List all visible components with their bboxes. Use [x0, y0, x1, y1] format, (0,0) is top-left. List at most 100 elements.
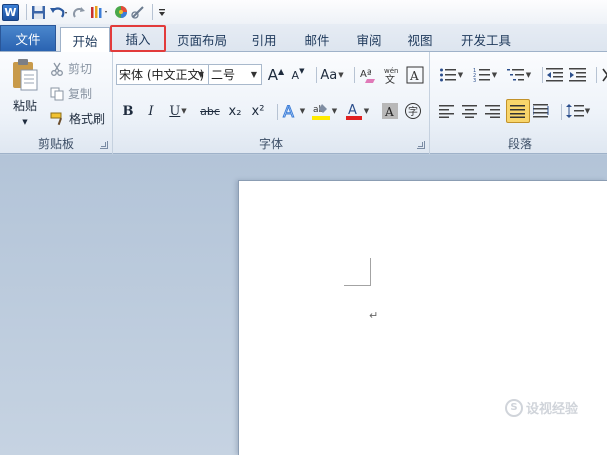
color-icon[interactable]	[114, 3, 128, 21]
paragraph-group-label: 段落	[507, 137, 532, 151]
shrink-font-label: A	[291, 68, 300, 82]
character-border-button[interactable]: A	[404, 64, 426, 86]
word-logo-icon[interactable]: W	[2, 3, 19, 21]
font-size-combo[interactable]: 二号 ▼	[208, 64, 262, 85]
brush-icon[interactable]	[131, 3, 145, 21]
tab-page-layout[interactable]: 页面布局	[170, 27, 234, 52]
font-separator	[277, 104, 278, 120]
paste-icon	[13, 59, 38, 91]
redo-icon[interactable]	[72, 3, 86, 21]
tab-view[interactable]: 视图	[400, 27, 440, 52]
character-border-icon: A	[406, 66, 424, 84]
strikethrough-button[interactable]: abc	[197, 100, 223, 122]
phonetic-guide-icon: wén文	[384, 67, 398, 84]
font-name-dropdown-icon[interactable]: ▼	[196, 65, 206, 84]
align-right-button[interactable]	[482, 100, 504, 122]
phonetic-guide-button[interactable]: wén 文	[381, 64, 403, 86]
text-effects-button[interactable]: A ▼	[279, 100, 307, 122]
subscript-button[interactable]: x₂	[224, 100, 246, 122]
shrink-arrow-icon: ▼	[299, 67, 305, 75]
italic-button[interactable]: I	[140, 100, 162, 122]
group-paragraph: ▼ 123 ▼ ▼ ▼ 段落	[430, 52, 607, 154]
clear-formatting-button[interactable]: Aª	[358, 64, 380, 86]
align-center-button[interactable]	[459, 100, 481, 122]
increase-indent-button[interactable]	[567, 64, 589, 86]
brush-painter-icon	[50, 112, 62, 125]
font-color-button[interactable]: A ▼	[343, 100, 371, 122]
copy-button[interactable]: 复制	[50, 85, 92, 102]
decrease-indent-button[interactable]	[544, 64, 566, 86]
bullets-button[interactable]: ▼	[436, 64, 466, 86]
tab-insert[interactable]: 插入	[110, 25, 166, 52]
decrease-indent-icon	[546, 68, 563, 82]
enclose-characters-button[interactable]: 字	[402, 100, 424, 122]
cut-button[interactable]: 剪切	[50, 60, 92, 77]
format-painter-icon[interactable]	[89, 3, 111, 21]
grow-font-button[interactable]: A ▲	[265, 64, 287, 86]
align-left-icon	[439, 105, 454, 118]
font-color-icon: A	[345, 103, 362, 120]
underline-label: U	[169, 103, 181, 119]
font-color-dropdown-icon: ▼	[363, 107, 370, 115]
ribbon: 粘贴 ▼ 剪切 复制 格式刷 剪贴板 宋体 (中文正文) ▼ 二号 ▼ A ▲ A…	[0, 52, 607, 154]
clear-formatting-icon: Aª	[360, 69, 375, 83]
font-group-label: 字体	[258, 137, 283, 151]
paragraph-separator	[542, 67, 543, 83]
multilevel-list-button[interactable]: ▼	[504, 64, 534, 86]
tab-developer[interactable]: 开发工具	[454, 27, 518, 52]
text-highlight-button[interactable]: ab ▼	[309, 100, 339, 122]
chinese-layout-button[interactable]	[598, 64, 607, 86]
format-painter-button[interactable]: 格式刷	[50, 110, 105, 127]
quick-access-toolbar: W	[0, 0, 607, 24]
font-size-dropdown-icon[interactable]: ▼	[249, 65, 259, 84]
font-separator	[354, 67, 355, 83]
grow-arrow-icon: ▲	[278, 66, 285, 76]
tab-review[interactable]: 审阅	[349, 27, 389, 52]
distributed-icon	[533, 104, 549, 118]
margin-corner-mark	[344, 285, 371, 286]
qat-separator	[26, 4, 27, 20]
character-shading-button[interactable]: A	[379, 100, 401, 122]
justify-button[interactable]	[506, 99, 530, 123]
svg-text:A: A	[348, 103, 357, 118]
increase-indent-icon	[569, 68, 586, 82]
svg-text:字: 字	[408, 105, 418, 118]
enclose-characters-icon: 字	[405, 103, 421, 119]
text-effects-dropdown-icon: ▼	[299, 107, 306, 115]
underline-button[interactable]: U ▼	[163, 100, 193, 122]
save-icon[interactable]	[31, 3, 46, 21]
chinese-layout-icon	[602, 68, 607, 82]
font-name-combo[interactable]: 宋体 (中文正文) ▼	[116, 64, 209, 85]
line-spacing-icon	[565, 104, 584, 118]
paste-button[interactable]: 粘贴 ▼	[8, 58, 42, 144]
word-logo-letter: W	[2, 3, 19, 21]
multilevel-list-dropdown-icon: ▼	[525, 71, 532, 79]
justify-icon	[510, 105, 525, 118]
paragraph-separator	[561, 104, 562, 120]
undo-icon[interactable]	[49, 3, 69, 21]
shrink-font-button[interactable]: A ▼	[287, 64, 309, 86]
line-spacing-button[interactable]: ▼	[563, 100, 593, 122]
line-spacing-dropdown-icon: ▼	[584, 107, 591, 115]
group-clipboard: 粘贴 ▼ 剪切 复制 格式刷 剪贴板	[0, 52, 113, 154]
align-center-icon	[462, 105, 477, 118]
group-font: 宋体 (中文正文) ▼ 二号 ▼ A ▲ A ▼ Aa ▼ Aª wén 文 A B I…	[113, 52, 430, 154]
paste-dropdown-icon[interactable]: ▼	[22, 118, 27, 126]
change-case-button[interactable]: Aa ▼	[317, 64, 347, 86]
superscript-button[interactable]: x²	[247, 100, 269, 122]
numbering-button[interactable]: 123 ▼	[470, 64, 500, 86]
distributed-button[interactable]	[530, 100, 552, 122]
qat-separator	[152, 4, 153, 20]
bullets-icon	[439, 68, 456, 82]
clipboard-launcher-icon[interactable]	[100, 141, 108, 149]
tab-mailings[interactable]: 邮件	[297, 27, 337, 52]
tab-file[interactable]: 文件	[0, 25, 56, 51]
bold-button[interactable]: B	[117, 100, 139, 122]
customize-icon[interactable]	[157, 3, 167, 21]
tab-home[interactable]: 开始	[60, 27, 110, 53]
tab-references[interactable]: 引用	[244, 27, 284, 52]
align-left-button[interactable]	[436, 100, 458, 122]
svg-text:A: A	[409, 69, 419, 83]
font-launcher-icon[interactable]	[417, 141, 425, 149]
watermark-logo-icon: S	[505, 398, 523, 417]
